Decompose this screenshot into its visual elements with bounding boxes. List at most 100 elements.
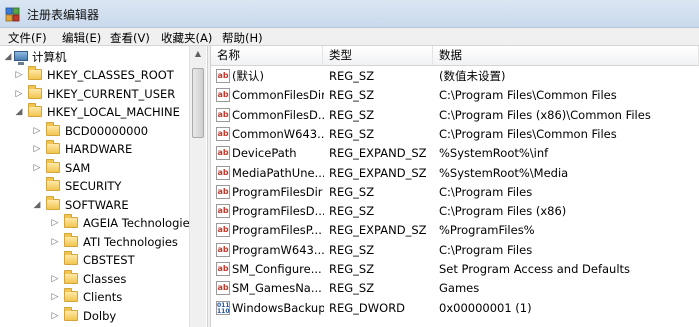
- expand-arrow-icon[interactable]: ▷: [32, 122, 42, 140]
- table-row[interactable]: ab CommonW643... REG_SZ C:\Program Files\Co…: [211, 125, 699, 144]
- tree-node-hklm[interactable]: ◢ HKEY_LOCAL_MACHINE: [0, 103, 189, 121]
- menu-bar: 文件(F) 编辑(E) 查看(V) 收藏夹(A) 帮助(H): [0, 28, 699, 46]
- column-header-type[interactable]: 类型: [323, 46, 433, 65]
- column-header-data[interactable]: 数据: [433, 46, 699, 65]
- table-row[interactable]: ab DevicePath REG_EXPAND_SZ %SystemRoot%\in…: [211, 144, 699, 163]
- registry-tree: ◢ 计算机 ▷ HKEY_CLASSES_ROOT ▷ HKEY_CURRENT…: [0, 46, 207, 327]
- menu-help[interactable]: 帮助(H): [222, 30, 263, 46]
- computer-icon: [14, 51, 28, 65]
- tree-node-clients[interactable]: ▷ Clients: [0, 288, 189, 306]
- expand-arrow-icon[interactable]: ▷: [14, 85, 24, 103]
- value-data: Set Program Access and Defaults: [439, 262, 631, 276]
- menu-favorites[interactable]: 收藏夹(A): [161, 30, 212, 46]
- value-data: Games: [439, 281, 480, 296]
- folder-open-icon: [46, 196, 60, 210]
- expand-arrow-icon[interactable]: ▷: [32, 159, 42, 177]
- folder-icon: [46, 159, 60, 173]
- tree-node-hkcu[interactable]: ▷ HKEY_CURRENT_USER: [0, 85, 189, 103]
- tree-node-computer[interactable]: ◢ 计算机: [0, 48, 189, 66]
- table-row[interactable]: ab ProgramFilesP... REG_EXPAND_SZ %ProgramF…: [211, 221, 699, 240]
- value-name: ProgramW643...: [232, 242, 324, 257]
- folder-icon: [64, 214, 78, 228]
- value-name: ProgramFilesDir: [232, 184, 323, 199]
- table-row[interactable]: ab ProgramFilesD... REG_SZ C:\Program Files…: [211, 202, 699, 221]
- value-name: CommonW643...: [232, 126, 324, 141]
- table-row[interactable]: ab ProgramW643... REG_SZ C:\Program Files: [211, 241, 699, 260]
- menu-file[interactable]: 文件(F): [8, 30, 47, 46]
- value-data: 0x00000001 (1): [439, 300, 532, 315]
- string-value-icon: ab: [216, 88, 230, 103]
- value-data: C:\Program Files (x86)\Common Files: [439, 107, 651, 122]
- menu-view[interactable]: 查看(V): [110, 30, 150, 46]
- folder-icon: [46, 177, 60, 191]
- column-header-name[interactable]: 名称: [211, 46, 323, 65]
- tree-node-software[interactable]: ◢ SOFTWARE: [0, 196, 189, 214]
- value-data: C:\Program Files\Common Files: [439, 88, 617, 103]
- expand-arrow-icon[interactable]: ▷: [14, 66, 24, 84]
- table-row[interactable]: ab MediaPathUne... REG_EXPAND_SZ %SystemRoo…: [211, 164, 699, 183]
- value-type: REG_SZ: [329, 107, 375, 122]
- binary-value-icon: 011 110: [216, 300, 230, 315]
- registry-editor-icon: [5, 7, 20, 22]
- collapse-arrow-icon[interactable]: ◢: [3, 48, 13, 66]
- value-data: C:\Program Files\Common Files: [439, 126, 617, 141]
- menu-edit[interactable]: 编辑(E): [62, 30, 101, 46]
- string-value-icon: ab: [216, 262, 230, 276]
- value-type: REG_EXPAND_SZ: [329, 223, 427, 238]
- folder-icon: [64, 251, 78, 265]
- string-value-icon: ab: [216, 184, 230, 199]
- table-row[interactable]: ab CommonFilesD... REG_SZ C:\Program Files …: [211, 106, 699, 125]
- tree-node-ageia[interactable]: ▷ AGEIA Technologies: [0, 214, 196, 232]
- string-value-icon: ab: [216, 281, 230, 296]
- tree-node-classes[interactable]: ▷ Classes: [0, 270, 189, 288]
- tree-node-hkcr[interactable]: ▷ HKEY_CLASSES_ROOT: [0, 66, 189, 84]
- folder-icon: [64, 270, 78, 284]
- folder-icon: [64, 307, 78, 321]
- tree-node-sam[interactable]: ▷ SAM: [0, 159, 189, 177]
- expand-arrow-icon[interactable]: ▷: [32, 140, 42, 158]
- scroll-thumb[interactable]: [192, 68, 204, 138]
- collapse-arrow-icon[interactable]: ◢: [32, 196, 42, 214]
- expand-arrow-icon[interactable]: ▷: [50, 270, 60, 288]
- tree-vertical-scrollbar[interactable]: ▲: [189, 46, 206, 327]
- tree-node-cbstest[interactable]: CBSTEST: [0, 251, 189, 269]
- value-name: ProgramFilesP...: [232, 223, 322, 238]
- value-type: REG_EXPAND_SZ: [329, 146, 427, 161]
- table-row[interactable]: 011 110 WindowsBackup REG_DWORD 0x00000001 …: [211, 299, 699, 318]
- string-value-icon: ab: [216, 69, 230, 83]
- string-value-icon: ab: [216, 165, 230, 180]
- value-type: REG_EXPAND_SZ: [329, 165, 427, 180]
- collapse-arrow-icon[interactable]: ◢: [14, 103, 24, 121]
- tree-node-ati[interactable]: ▷ ATI Technologies: [0, 233, 189, 251]
- tree-node-hardware[interactable]: ▷ HARDWARE: [0, 140, 189, 158]
- value-type: REG_SZ: [329, 242, 375, 257]
- value-name: ProgramFilesD...: [232, 204, 324, 219]
- expand-arrow-icon[interactable]: ▷: [50, 288, 60, 306]
- tree-node-security[interactable]: SECURITY: [0, 177, 189, 195]
- value-data: %ProgramFiles%: [439, 223, 535, 238]
- table-row[interactable]: ab ProgramFilesDir REG_SZ C:\Program Files: [211, 183, 699, 202]
- folder-icon: [28, 85, 42, 99]
- table-row[interactable]: ab SM_GamesNa... REG_SZ Games: [211, 279, 699, 298]
- tree-node-bcd[interactable]: ▷ BCD00000000: [0, 122, 189, 140]
- folder-icon: [46, 140, 60, 154]
- tree-node-dolby[interactable]: ▷ Dolby: [0, 307, 189, 325]
- expand-arrow-icon[interactable]: ▷: [50, 214, 60, 232]
- table-row[interactable]: ab CommonFilesDir REG_SZ C:\Program Files\C…: [211, 86, 699, 105]
- value-name: DevicePath: [232, 146, 297, 161]
- expand-arrow-icon[interactable]: ▷: [50, 233, 60, 251]
- table-row[interactable]: ab (默认) REG_SZ (数值未设置): [211, 67, 699, 86]
- scroll-up-arrow-icon[interactable]: ▲: [190, 46, 206, 62]
- value-type: REG_SZ: [329, 281, 375, 296]
- string-value-icon: ab: [216, 204, 230, 219]
- string-value-icon: ab: [216, 146, 230, 161]
- value-name: CommonFilesD...: [232, 107, 324, 122]
- table-row[interactable]: ab SM_Configure... REG_SZ Set Program Acces…: [211, 260, 699, 279]
- value-data: %SystemRoot%\inf: [439, 146, 549, 161]
- value-data: %SystemRoot%\Media: [439, 165, 569, 180]
- value-type: REG_SZ: [329, 204, 375, 219]
- expand-arrow-icon[interactable]: ▷: [50, 307, 60, 325]
- string-value-icon: ab: [216, 107, 230, 122]
- value-name: MediaPathUne...: [232, 165, 324, 180]
- value-data: (数值未设置): [439, 69, 506, 83]
